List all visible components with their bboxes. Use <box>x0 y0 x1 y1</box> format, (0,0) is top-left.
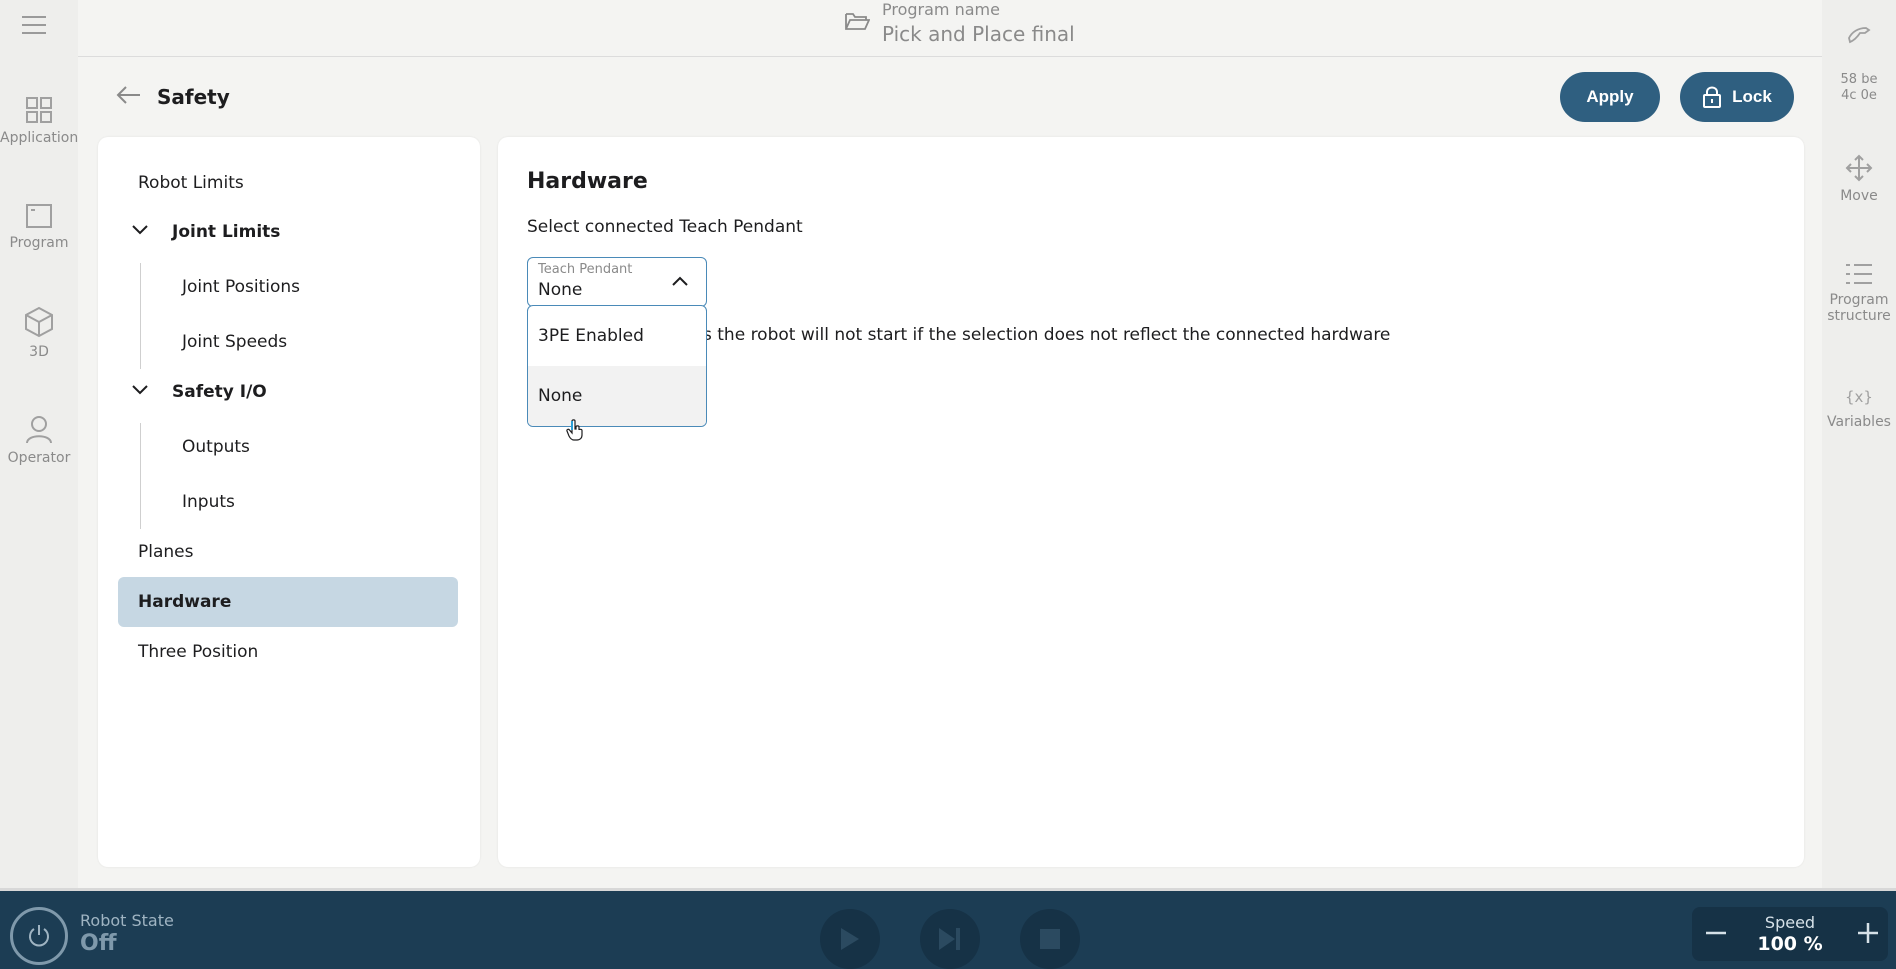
nav-item-outputs[interactable]: Outputs <box>182 437 250 457</box>
folder-open-icon <box>845 13 870 30</box>
apply-button[interactable]: Apply <box>1560 72 1660 122</box>
power-icon <box>29 925 49 947</box>
chevron-down-icon[interactable] <box>131 224 149 236</box>
step-button[interactable] <box>920 909 980 969</box>
robot-state-value: Off <box>80 931 117 956</box>
right-rail: 58 be 4c 0e Move Program structure {x} V… <box>1822 0 1896 888</box>
nav-group-joint-limits[interactable]: Joint Limits <box>172 222 280 242</box>
rail-item-variables[interactable]: {x} Variables <box>1822 386 1896 430</box>
safety-nav-panel: Robot Limits Joint Limits Joint Position… <box>98 137 480 867</box>
window-icon <box>26 204 52 228</box>
variables-icon: {x} <box>1845 388 1873 406</box>
nav-item-joint-speeds[interactable]: Joint Speeds <box>182 332 287 352</box>
nav-group-safety-io[interactable]: Safety I/O <box>172 382 267 402</box>
tree-line <box>140 423 141 529</box>
nav-item-three-position[interactable]: Three Position <box>138 642 258 662</box>
rail-item-program-structure[interactable]: Program structure <box>1822 262 1896 324</box>
main-area: Safety Apply Lock Robot Limits Joint Lim… <box>78 57 1822 888</box>
program-name-label: Program name <box>882 0 1000 19</box>
play-icon <box>841 928 859 950</box>
rail-item-label: Application <box>0 130 79 146</box>
nav-item-inputs[interactable]: Inputs <box>182 492 235 512</box>
rail-item-application[interactable]: Application <box>0 96 78 146</box>
nav-item-robot-limits[interactable]: Robot Limits <box>138 173 244 193</box>
nav-item-planes[interactable]: Planes <box>138 542 193 562</box>
hardware-content-panel: Hardware Select connected Teach Pendant … <box>498 137 1804 867</box>
stop-button[interactable] <box>1020 909 1080 969</box>
plus-icon[interactable] <box>1856 921 1880 945</box>
lock-button-label: Lock <box>1732 87 1772 106</box>
rail-item-label: Operator <box>7 450 71 466</box>
program-name: Pick and Place final <box>882 22 1075 46</box>
lock-button[interactable]: Lock <box>1680 72 1794 122</box>
rail-item-3d[interactable]: 3D <box>0 306 78 360</box>
cube-icon <box>25 306 53 338</box>
teach-pendant-select[interactable]: Teach Pendant None <box>527 257 707 307</box>
dropdown-option-3pe-enabled[interactable]: 3PE Enabled <box>528 306 706 366</box>
select-label: Teach Pendant <box>538 262 633 277</box>
rail-item-move[interactable]: Move <box>1822 154 1896 204</box>
lock-icon <box>1703 86 1722 108</box>
top-header: Program name Pick and Place final <box>78 0 1822 57</box>
robot-id-line: 58 be <box>1840 72 1878 87</box>
move-arrows-icon <box>1845 154 1873 182</box>
bottom-bar: Robot State Off Speed 100 % <box>0 888 1896 969</box>
speed-control: Speed 100 % <box>1692 907 1888 961</box>
nav-item-joint-positions[interactable]: Joint Positions <box>182 277 300 297</box>
page-title: Safety <box>157 85 230 109</box>
left-rail: Application Program 3D Operator <box>0 0 78 888</box>
content-title: Hardware <box>527 169 648 194</box>
app-window: Application Program 3D Operator Program … <box>0 0 1896 969</box>
info-text: s the robot will not start if the select… <box>703 325 1391 345</box>
content-subtitle: Select connected Teach Pendant <box>527 217 803 237</box>
rail-item-label: Move <box>1840 188 1878 204</box>
list-icon <box>1846 264 1872 284</box>
tree-line <box>140 263 141 369</box>
svg-text:{x}: {x} <box>1845 388 1873 406</box>
rail-item-label: Variables <box>1827 414 1891 430</box>
play-button[interactable] <box>820 909 880 969</box>
rail-item-program[interactable]: Program <box>0 203 78 251</box>
robot-id: 58 be 4c 0e <box>1822 72 1896 104</box>
back-arrow-icon[interactable] <box>116 85 142 105</box>
chevron-up-icon <box>672 276 688 286</box>
robot-state-label: Robot State <box>80 911 174 930</box>
teach-pendant-dropdown: 3PE Enabled None <box>527 305 707 427</box>
rail-item-label: Program <box>9 235 69 251</box>
chevron-down-icon[interactable] <box>131 384 149 396</box>
hand-cursor-icon <box>566 419 583 441</box>
select-value: None <box>538 280 583 300</box>
step-forward-icon <box>939 928 960 950</box>
rail-item-label: Program structure <box>1827 292 1891 324</box>
nav-item-hardware[interactable]: Hardware <box>138 592 231 612</box>
power-button[interactable] <box>10 907 68 965</box>
dropdown-option-none[interactable]: None <box>528 366 706 426</box>
robot-id-line: 4c 0e <box>1841 88 1877 103</box>
hand-wave-icon[interactable] <box>1846 24 1872 46</box>
rail-item-operator[interactable]: Operator <box>0 414 78 466</box>
person-icon <box>26 416 52 444</box>
stop-icon <box>1040 929 1060 949</box>
rail-item-label: 3D <box>29 344 49 360</box>
hamburger-menu-icon[interactable] <box>22 16 46 34</box>
grid-icon <box>26 97 52 123</box>
